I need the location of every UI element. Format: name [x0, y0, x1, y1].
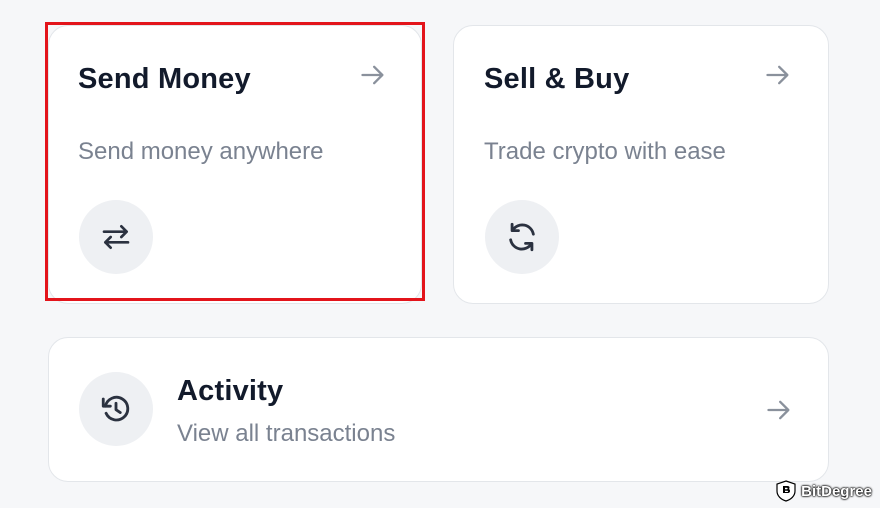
refresh-icon [485, 200, 559, 274]
sell-buy-subtitle: Trade crypto with ease [484, 138, 726, 165]
bitdegree-logo-icon [776, 480, 796, 502]
swap-arrows-icon [79, 200, 153, 274]
activity-title: Activity [177, 375, 284, 407]
arrow-right-icon [361, 65, 384, 85]
sell-buy-card[interactable]: Sell & Buy Trade crypto with ease [453, 25, 829, 304]
bitdegree-watermark: BitDegree [776, 480, 872, 502]
send-money-title: Send Money [78, 63, 251, 95]
history-icon [79, 372, 153, 446]
activity-subtitle: View all transactions [177, 420, 396, 447]
sell-buy-title: Sell & Buy [484, 63, 630, 95]
activity-card[interactable]: Activity View all transactions [48, 337, 829, 482]
arrow-right-icon [767, 400, 790, 420]
send-money-card[interactable]: Send Money Send money anywhere [48, 25, 422, 304]
send-money-subtitle: Send money anywhere [78, 138, 324, 165]
watermark-text: BitDegree [801, 482, 872, 500]
arrow-right-icon [766, 65, 789, 85]
